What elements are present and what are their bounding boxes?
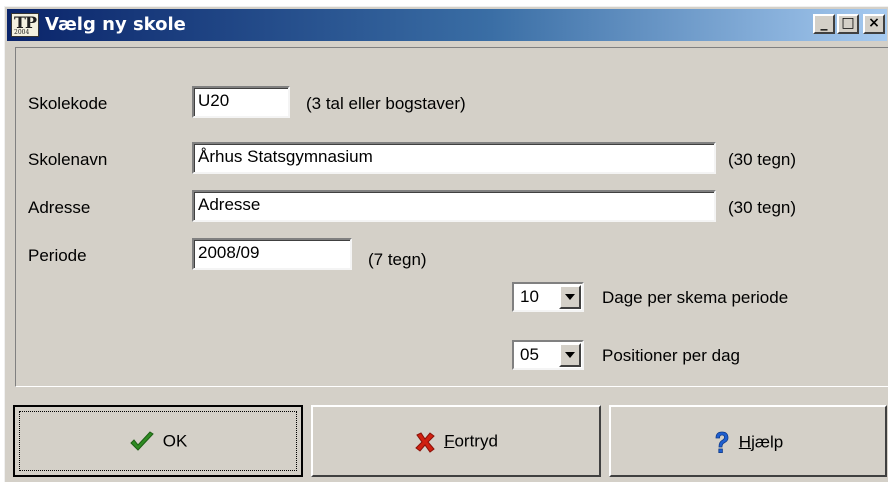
hjaelp-mnemonic: H: [738, 432, 752, 452]
dage-select[interactable]: 10: [512, 282, 584, 312]
checkmark-icon: [130, 431, 154, 451]
ok-button[interactable]: OK: [13, 405, 303, 477]
ok-label: OK: [162, 431, 188, 451]
minimize-icon: _: [820, 15, 828, 31]
fortryd-label: ortryd: [454, 431, 498, 451]
question-icon: [715, 431, 729, 453]
close-button[interactable]: ×: [863, 14, 885, 34]
positioner-value: 05: [520, 345, 539, 364]
periode-hint: (7 tegn): [368, 250, 427, 269]
dage-label: Dage per skema periode: [602, 288, 789, 307]
fortryd-mnemonic: F: [444, 431, 455, 451]
form-panel: Skolekode U20 (3 tal eller bogstaver) Sk…: [15, 47, 888, 387]
positioner-label: Positioner per dag: [602, 346, 740, 365]
skolenavn-input[interactable]: Århus Statsgymnasium: [192, 142, 716, 174]
periode-input[interactable]: 2008/09: [192, 238, 352, 270]
periode-label: Periode: [28, 246, 87, 265]
positioner-select[interactable]: 05: [512, 340, 584, 370]
skolenavn-label: Skolenavn: [28, 150, 108, 169]
skolekode-label: Skolekode: [28, 94, 108, 113]
dialog-window: TP 2004 Vælg ny skole _ □ × Skolekode U2…: [4, 6, 888, 482]
window-title: Vælg ny skole: [45, 14, 186, 35]
red-x-icon: [415, 432, 435, 453]
app-logo-icon: TP 2004: [11, 13, 39, 37]
adresse-input[interactable]: Adresse: [192, 190, 716, 222]
maximize-icon: □: [841, 15, 855, 31]
minimize-button[interactable]: _: [813, 14, 835, 34]
adresse-label: Adresse: [28, 198, 91, 217]
hjaelp-button[interactable]: Hjælp: [609, 405, 887, 477]
maximize-button[interactable]: □: [837, 14, 859, 34]
fortryd-button[interactable]: Fortryd: [311, 405, 601, 477]
hjaelp-label: jælp: [751, 432, 784, 452]
dage-value: 10: [520, 287, 539, 306]
chevron-down-icon[interactable]: [559, 343, 581, 367]
skolekode-hint: (3 tal eller bogstaver): [306, 94, 466, 113]
skolekode-input[interactable]: U20: [192, 86, 290, 118]
chevron-down-icon[interactable]: [559, 285, 581, 309]
skolenavn-hint: (30 tegn): [728, 150, 797, 169]
adresse-hint: (30 tegn): [728, 198, 797, 217]
title-bar[interactable]: TP 2004 Vælg ny skole _ □ ×: [7, 9, 887, 41]
close-icon: ×: [868, 15, 880, 31]
